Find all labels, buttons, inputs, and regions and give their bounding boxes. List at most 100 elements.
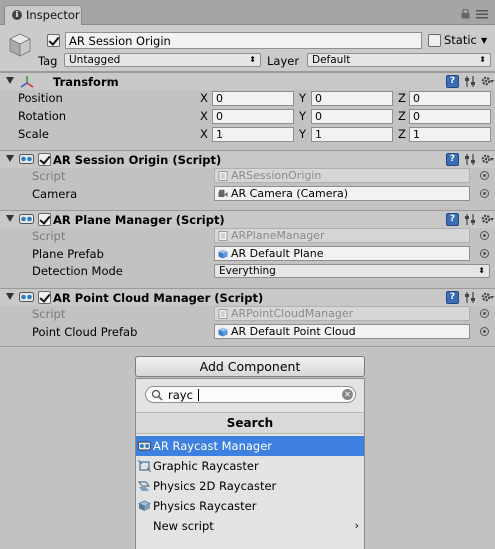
tab-bar: i Inspector <box>0 0 495 25</box>
ar-point-cloud-manager-header[interactable]: AR Point Cloud Manager (Script) ? <box>0 288 495 306</box>
component-title: AR Point Cloud Manager (Script) <box>53 291 264 305</box>
scale-row: Scale X 1 Y 1 Z 1 <box>0 126 495 144</box>
script-field: ARSessionOrigin <box>214 168 470 183</box>
scale-y-field[interactable]: 1 <box>311 127 393 142</box>
help-icon[interactable]: ? <box>446 75 459 88</box>
component-enabled-checkbox[interactable] <box>38 213 51 226</box>
script-file-icon <box>218 171 228 181</box>
object-picker-icon[interactable] <box>480 327 489 336</box>
script-icon <box>19 154 34 164</box>
axis-x-label: X <box>200 109 208 123</box>
prefab-cube-icon <box>218 249 228 259</box>
scale-x-field[interactable]: 1 <box>212 127 294 142</box>
position-label: Position <box>18 91 63 105</box>
axis-x-label: X <box>200 91 208 105</box>
result-new-script[interactable]: New script › <box>136 516 364 536</box>
gear-icon[interactable] <box>480 152 494 166</box>
dropdown-arrows-icon: ⬍ <box>478 266 485 275</box>
ar-session-origin-header[interactable]: AR Session Origin (Script) ? <box>0 150 495 168</box>
axis-z-label: Z <box>398 109 406 123</box>
tab-label: Inspector <box>26 8 80 22</box>
rotation-x-field[interactable]: 0 <box>212 109 294 124</box>
component-icon <box>138 460 151 472</box>
detection-mode-label: Detection Mode <box>32 264 123 278</box>
script-label: Script <box>32 307 66 321</box>
component-enabled-checkbox[interactable] <box>38 291 51 304</box>
script-value: ARPlaneManager <box>231 229 325 242</box>
tag-dropdown[interactable]: Untagged ⬍ <box>64 53 261 67</box>
position-y-field[interactable]: 0 <box>311 91 393 106</box>
gear-icon[interactable] <box>480 290 494 304</box>
point-cloud-prefab-value: AR Default Point Cloud <box>231 325 356 338</box>
position-row: Position X 0 Y 0 Z 0 <box>0 90 495 108</box>
layer-dropdown[interactable]: Default ⬍ <box>307 53 491 67</box>
script-file-icon <box>218 231 228 241</box>
gameobject-cube-icon <box>9 33 31 57</box>
axis-z-label: Z <box>398 91 406 105</box>
transform-header[interactable]: Transform ? <box>0 72 495 90</box>
script-label: Script <box>32 229 66 243</box>
text-caret <box>198 389 199 401</box>
tab-inspector[interactable]: i Inspector <box>4 5 82 25</box>
position-x-field[interactable]: 0 <box>212 91 294 106</box>
axis-y-label: Y <box>299 109 307 123</box>
script-value: ARPointCloudManager <box>231 307 354 320</box>
object-picker-icon <box>480 231 489 240</box>
foldout-arrow-icon[interactable] <box>6 215 14 222</box>
position-z-field[interactable]: 0 <box>409 91 491 106</box>
presets-icon[interactable] <box>464 291 476 304</box>
popup-title: Search <box>226 416 274 430</box>
component-enabled-checkbox[interactable] <box>38 153 51 166</box>
dropdown-arrows-icon: ⬍ <box>479 55 486 64</box>
ar-plane-manager-header[interactable]: AR Plane Manager (Script) ? <box>0 210 495 228</box>
active-checkbox[interactable] <box>47 34 60 47</box>
object-picker-icon[interactable] <box>480 249 489 258</box>
gear-icon[interactable] <box>480 74 494 88</box>
plane-prefab-value: AR Default Plane <box>231 247 324 260</box>
dropdown-arrows-icon: ⬍ <box>249 55 256 64</box>
help-icon[interactable]: ? <box>446 153 459 166</box>
foldout-arrow-icon[interactable] <box>6 293 14 300</box>
search-input[interactable]: rayc ✕ <box>145 386 356 403</box>
presets-icon[interactable] <box>464 213 476 226</box>
static-dropdown-icon[interactable]: ▼ <box>481 36 487 45</box>
physics-icon <box>138 500 151 511</box>
result-label: Graphic Raycaster <box>153 459 259 473</box>
search-icon <box>151 389 163 401</box>
presets-icon[interactable] <box>464 75 476 88</box>
tag-value: Untagged <box>69 54 121 66</box>
axis-y-label: Y <box>299 127 307 141</box>
help-icon[interactable]: ? <box>446 291 459 304</box>
lock-icon[interactable] <box>461 9 470 19</box>
result-graphic-raycaster[interactable]: Graphic Raycaster <box>136 456 364 476</box>
rotation-y-field[interactable]: 0 <box>311 109 393 124</box>
object-name-field[interactable]: AR Session Origin <box>65 32 422 49</box>
result-label: New script <box>153 519 214 533</box>
plane-prefab-field[interactable]: AR Default Plane <box>214 246 470 261</box>
camera-icon <box>218 189 228 197</box>
clear-icon[interactable]: ✕ <box>342 389 353 400</box>
axis-x-label: X <box>200 127 208 141</box>
static-checkbox[interactable] <box>428 34 441 47</box>
transform-body: Position X 0 Y 0 Z 0 Rotation X 0 Y 0 Z … <box>0 90 495 148</box>
menu-icon[interactable] <box>476 10 488 19</box>
scale-z-field[interactable]: 1 <box>409 127 491 142</box>
result-physics-2d-raycaster[interactable]: Physics 2D Raycaster <box>136 476 364 496</box>
object-picker-icon <box>480 309 489 318</box>
add-component-popup: rayc ✕ Search AR Raycast Manager Graphic… <box>135 378 365 549</box>
gear-icon[interactable] <box>480 212 494 226</box>
add-component-button[interactable]: Add Component <box>135 356 365 377</box>
object-picker-icon[interactable] <box>480 189 489 198</box>
presets-icon[interactable] <box>464 153 476 166</box>
camera-label: Camera <box>32 187 78 201</box>
camera-field[interactable]: AR Camera (Camera) <box>214 186 470 201</box>
script-field: ARPlaneManager <box>214 228 470 243</box>
rotation-z-field[interactable]: 0 <box>409 109 491 124</box>
detection-mode-dropdown[interactable]: Everything ⬍ <box>214 264 490 278</box>
result-ar-raycast-manager[interactable]: AR Raycast Manager <box>136 436 364 456</box>
foldout-arrow-icon[interactable] <box>6 77 14 84</box>
result-physics-raycaster[interactable]: Physics Raycaster <box>136 496 364 516</box>
help-icon[interactable]: ? <box>446 213 459 226</box>
foldout-arrow-icon[interactable] <box>6 155 14 162</box>
point-cloud-prefab-field[interactable]: AR Default Point Cloud <box>214 324 470 339</box>
